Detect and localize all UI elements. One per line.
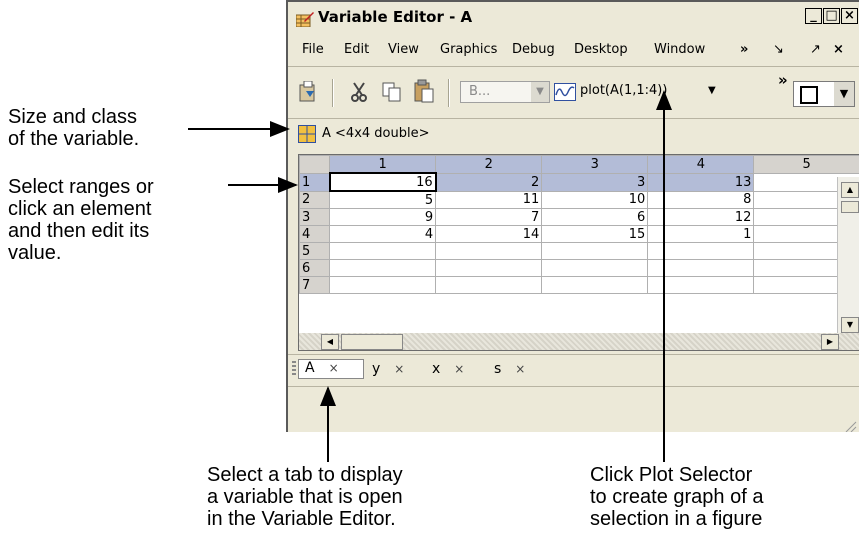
annotation-arrows (188, 90, 672, 462)
